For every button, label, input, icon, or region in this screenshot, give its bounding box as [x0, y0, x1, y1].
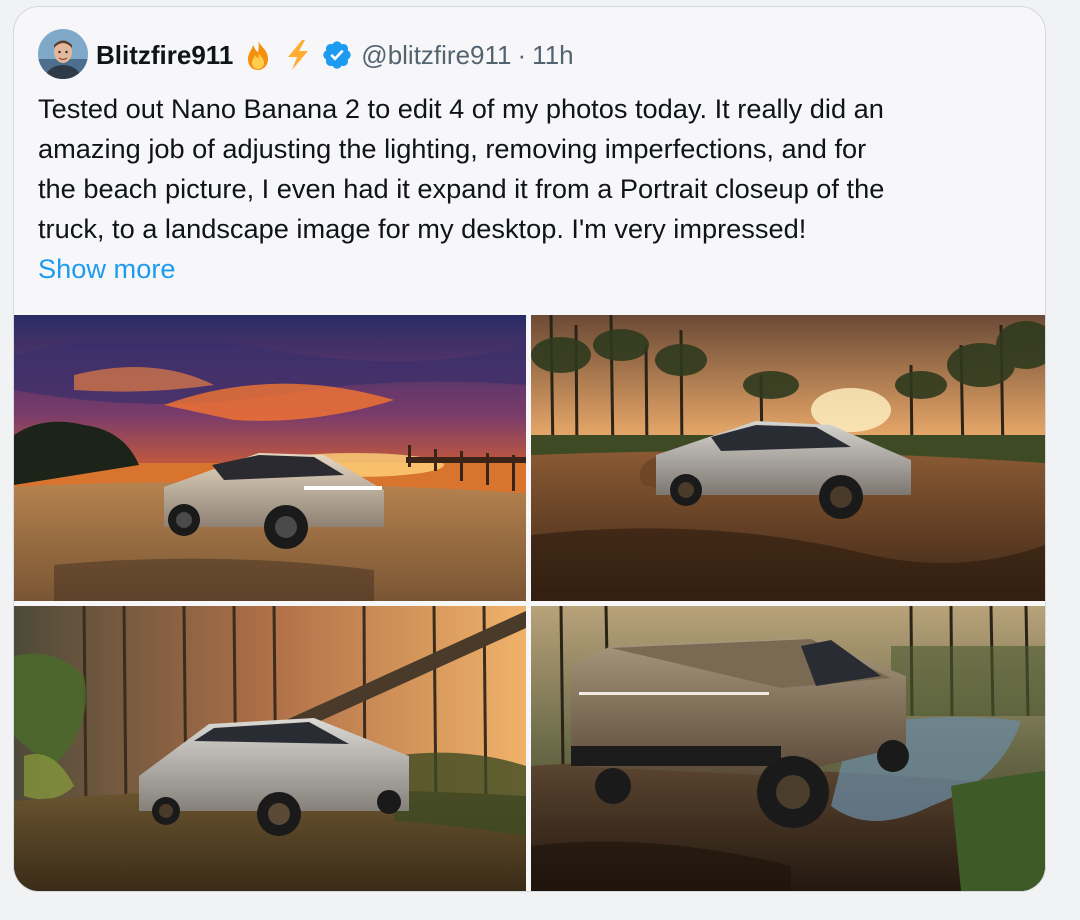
tweet-text: Tested out Nano Banana 2 to edit 4 of my…	[38, 89, 1028, 249]
post-timestamp[interactable]: 11h	[532, 40, 573, 71]
muddy-forest-clearing-photo[interactable]	[531, 315, 1045, 601]
fallen-tree-forest-photo[interactable]	[14, 606, 526, 891]
tweet-text-line: amazing job of adjusting the lighting, r…	[38, 133, 867, 164]
fire-emoji	[241, 38, 275, 72]
author-name[interactable]: Blitzfire911	[96, 40, 233, 71]
beach-sunset-photo[interactable]	[14, 315, 526, 601]
separator-dot: ·	[517, 39, 527, 70]
tweet-text-line: truck, to a landscape image for my deskt…	[38, 213, 807, 244]
tweet-card[interactable]: Blitzfire911 @blitzfire911 · 11h Tested …	[13, 6, 1046, 892]
tweet-text-line: Tested out Nano Banana 2 to edit 4 of my…	[38, 93, 884, 124]
avatar[interactable]	[38, 29, 88, 79]
show-more-link[interactable]: Show more	[38, 249, 176, 289]
verified-badge-icon	[321, 39, 353, 71]
author-handle[interactable]: @blitzfire911	[361, 40, 511, 71]
tweet-text-line: the beach picture, I even had it expand …	[38, 173, 885, 204]
tweet-header: Blitzfire911 @blitzfire911 · 11h	[96, 35, 574, 75]
lightning-emoji	[283, 38, 313, 72]
media-grid	[14, 315, 1045, 891]
muddy-creek-photo[interactable]	[531, 606, 1045, 891]
